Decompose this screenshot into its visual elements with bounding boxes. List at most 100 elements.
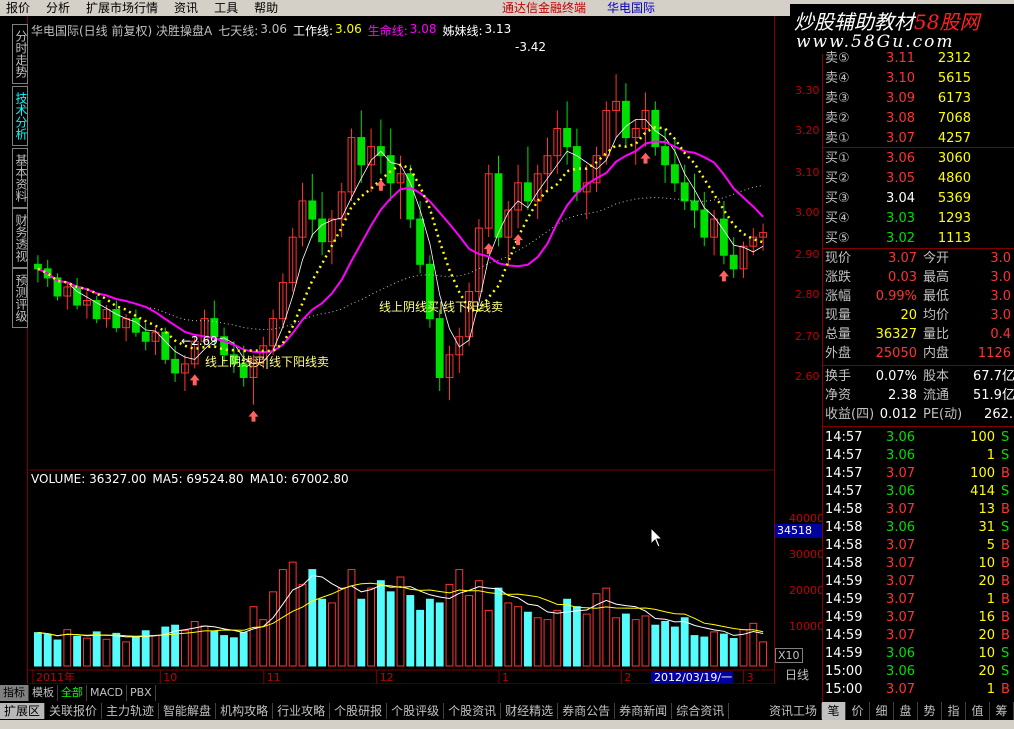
book-label: 卖⑤ [825, 51, 850, 66]
function-tab[interactable]: 行业攻略 [273, 703, 331, 719]
tick-time: 14:58 [825, 538, 863, 553]
quote-label-2: 内盘 [923, 346, 950, 361]
stat-label-2: 流通 [923, 388, 950, 403]
candle-body [406, 173, 415, 220]
tick-volume: 1 [986, 448, 995, 463]
price-tick: 3.10 [795, 166, 820, 179]
menu-quote[interactable]: 报价 [0, 0, 38, 16]
tick-row: 14:57 3.06 414 S [823, 483, 1014, 501]
seven-day-value: 3.06 [260, 22, 287, 36]
quote-value-2: 0.4 [990, 327, 1011, 342]
price-tick: 2.60 [795, 370, 820, 383]
panel-view-tab[interactable]: 筹 [990, 702, 1014, 720]
panel-view-tab[interactable]: 值 [966, 702, 990, 720]
volume-bar [710, 631, 719, 667]
mouse-cursor-icon [650, 526, 664, 548]
function-tab[interactable]: 主力轨迹 [102, 703, 160, 719]
order-book-row: 卖② 3.08 7068 [823, 110, 1014, 128]
panel-view-tab[interactable]: 细 [870, 702, 894, 720]
book-price: 3.11 [886, 51, 915, 66]
candle-body [161, 331, 170, 360]
tab-forecast[interactable]: 预测评级 [12, 268, 28, 328]
menu-help[interactable]: 帮助 [246, 0, 286, 16]
price-tick: 3.20 [795, 124, 820, 137]
tick-price: 3.07 [886, 610, 915, 625]
stat-row: 收益(四) 0.012 PE(动) 262. [823, 406, 1014, 424]
volume-bar [504, 602, 513, 667]
buy-arrow-icon [375, 179, 386, 191]
tab-pbx[interactable]: PBX [127, 685, 156, 701]
stat-row: 换手 0.07% 股本 67.7亿 [823, 368, 1014, 386]
panel-view-tab[interactable]: 笔 [822, 702, 846, 720]
tick-time: 14:57 [825, 466, 863, 481]
tab-template[interactable]: 模板 [29, 685, 58, 701]
tick-row: 14:58 3.06 31 S [823, 519, 1014, 537]
volume-bar [92, 631, 101, 667]
kline-chart[interactable]: 2011年 10 11 12 1 2 3 2012/03/19/一 华电国际(日线 前复权) … [29, 16, 774, 684]
period-label[interactable]: 日线 [785, 666, 809, 683]
tab-macd[interactable]: MACD [87, 685, 127, 701]
panel-view-tab[interactable]: 势 [918, 702, 942, 720]
volume-value: VOLUME: 36327.00 [31, 472, 147, 486]
menu-info[interactable]: 资讯 [166, 0, 206, 16]
volume-unit: X10 [775, 648, 803, 663]
function-tab[interactable]: 机构攻略 [216, 703, 274, 719]
tab-indicator[interactable]: 指标 [0, 685, 29, 701]
kline-svg[interactable]: 2011年 10 11 12 1 2 32012/03/19/一 [29, 16, 774, 684]
tick-price: 3.06 [886, 448, 915, 463]
tab-all[interactable]: 全部 [58, 685, 87, 701]
quote-row: 总量 36327 量比 0.4 [823, 326, 1014, 344]
volume-bar [572, 606, 581, 667]
volume-bar [494, 587, 503, 667]
date-label: 3 [747, 671, 754, 684]
quote-value-2: 3.0 [990, 308, 1011, 323]
tab-intraday[interactable]: 分时走势 [12, 24, 28, 84]
date-cursor: 2012/03/19/一 [654, 671, 732, 684]
tab-fundamentals[interactable]: 基本资料 [12, 148, 28, 208]
quote-value-2: 3.0 [990, 251, 1011, 266]
function-tab[interactable]: 关联报价 [45, 703, 103, 719]
book-label: 卖② [825, 111, 850, 126]
book-price: 3.04 [886, 191, 915, 206]
function-tab[interactable]: 券商新闻 [615, 703, 673, 719]
stat-value: 2.38 [888, 388, 917, 403]
tick-row: 15:00 3.06 20 S [823, 663, 1014, 681]
volume-bar [73, 635, 82, 667]
book-price: 3.02 [886, 231, 915, 246]
tab-technical[interactable]: 技术分析 [12, 86, 28, 146]
book-price: 3.05 [886, 171, 915, 186]
function-tab[interactable]: 综合资讯 [672, 703, 730, 719]
order-book-row: 卖④ 3.10 5615 [823, 70, 1014, 88]
date-label: 11 [267, 671, 281, 684]
quote-label-2: 最低 [923, 289, 950, 304]
function-tab[interactable]: 财经精选 [501, 703, 559, 719]
life-line-label: 生命线: [367, 24, 408, 38]
function-tab[interactable]: 扩展区 [0, 703, 46, 719]
function-tab[interactable]: 券商公告 [558, 703, 616, 719]
function-tab[interactable]: 智能解盘 [159, 703, 217, 719]
menu-extended-market[interactable]: 扩展市场行情 [78, 0, 166, 16]
book-volume: 1113 [937, 231, 971, 246]
function-tab[interactable]: 资讯工场 [765, 703, 822, 719]
function-tab[interactable]: 个股评级 [387, 703, 445, 719]
tick-time: 14:58 [825, 556, 863, 571]
panel-view-tab[interactable]: 价 [846, 702, 870, 720]
brand-stock-name: 华电国际 [607, 1, 656, 15]
function-tab[interactable]: 个股研报 [330, 703, 388, 719]
function-tab[interactable]: 个股资讯 [444, 703, 502, 719]
candle-body [719, 218, 728, 256]
tick-price: 3.06 [886, 664, 915, 679]
panel-view-tab[interactable]: 盘 [894, 702, 918, 720]
stat-label-2: PE(动) [923, 407, 963, 422]
volume-bar [680, 617, 689, 667]
menu-tools[interactable]: 工具 [206, 0, 246, 16]
panel-separator [823, 365, 1014, 366]
menu-analysis[interactable]: 分析 [38, 0, 78, 16]
tab-financials[interactable]: 财务透视 [12, 208, 28, 268]
quote-value: 0.99% [875, 289, 917, 304]
book-label: 买③ [825, 191, 850, 206]
order-book-row: 卖⑤ 3.11 2312 [823, 50, 1014, 68]
panel-view-tab[interactable]: 指 [942, 702, 966, 720]
volume-bar [455, 569, 464, 667]
volume-bar [670, 626, 679, 667]
